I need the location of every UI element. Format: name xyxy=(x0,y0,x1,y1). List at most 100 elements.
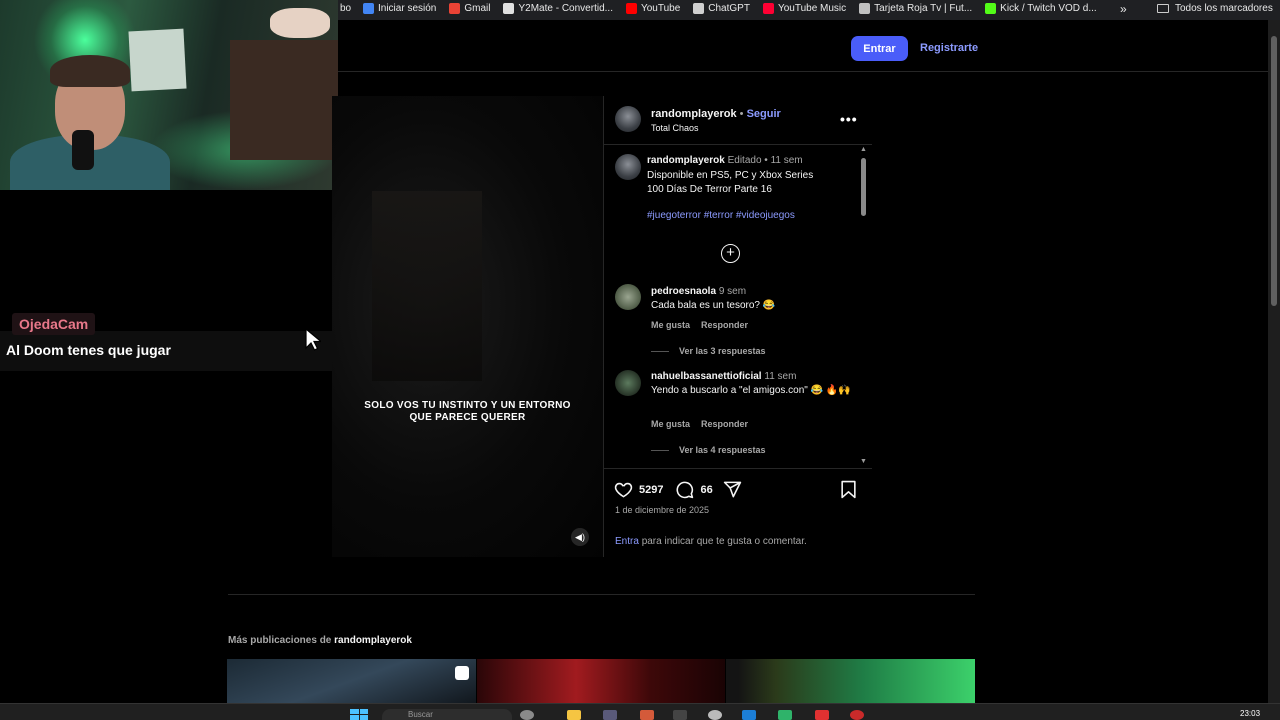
login-button[interactable]: Entrar xyxy=(851,36,908,61)
sound-toggle-icon[interactable]: ◀) xyxy=(571,528,589,546)
caption-header: randomplayerok Editado • 11 sem xyxy=(647,155,803,166)
bookmark-item[interactable]: Y2Mate - Convertid... xyxy=(503,3,613,14)
post-actions: 5297 66 xyxy=(614,480,748,499)
comment-reply-button[interactable]: Responder xyxy=(701,419,748,429)
view-replies-label: Ver las 4 respuestas xyxy=(679,445,766,455)
reel-video[interactable] xyxy=(332,96,603,557)
follow-button[interactable]: Seguir xyxy=(747,108,781,120)
post-thumbnail[interactable] xyxy=(476,659,726,703)
comment-reply-button[interactable]: Responder xyxy=(701,320,748,330)
bookmark-item[interactable]: ChatGPT xyxy=(693,3,750,14)
more-options-icon[interactable]: ••• xyxy=(840,111,858,127)
taskbar-app-icon[interactable] xyxy=(742,710,756,720)
bookmark-item[interactable]: YouTube Music xyxy=(762,3,847,14)
share-icon[interactable] xyxy=(723,480,742,499)
bookmark-item[interactable]: YouTube xyxy=(625,3,681,14)
author-username[interactable]: randomplayerok xyxy=(651,108,737,120)
taskbar-app-icon[interactable] xyxy=(778,710,792,720)
hashtags[interactable]: #juegoterror #terror #videojuegos xyxy=(647,210,795,221)
view-replies-label: Ver las 3 respuestas xyxy=(679,346,766,356)
bookmark-label: YouTube xyxy=(640,3,681,14)
comment-text: Cada bala es un tesoro? 😂 xyxy=(651,300,776,311)
commenter-avatar[interactable] xyxy=(615,370,641,396)
comment-username[interactable]: nahuelbassanettioficial xyxy=(651,371,762,382)
windows-start-icon[interactable] xyxy=(350,709,368,720)
post-thumbnail[interactable] xyxy=(227,659,476,703)
webcam-overlay xyxy=(0,0,338,190)
scrollbar-thumb[interactable] xyxy=(861,158,866,216)
taskbar-app-icon[interactable] xyxy=(640,710,654,720)
bookmark-item[interactable]: Kick / Twitch VOD d... xyxy=(985,3,1097,14)
bookmark-favicon-icon xyxy=(625,3,637,14)
bookmark-favicon-icon xyxy=(693,3,705,14)
more-posts-grid xyxy=(227,659,976,703)
comment-header: pedroesnaola 9 sem xyxy=(651,286,746,297)
taskbar-app-icon[interactable] xyxy=(673,710,687,720)
file-explorer-icon[interactable] xyxy=(567,710,581,720)
page-scrollbar-thumb[interactable] xyxy=(1271,36,1277,306)
scroll-up-icon[interactable]: ▲ xyxy=(860,146,867,153)
taskbar-app-icon[interactable] xyxy=(520,710,534,720)
bookmark-partial[interactable]: bo xyxy=(340,3,351,14)
bookmark-icon[interactable] xyxy=(840,480,857,504)
comment-like-button[interactable]: Me gusta xyxy=(651,419,690,429)
commenter-avatar[interactable] xyxy=(615,284,641,310)
comment-time: 11 sem xyxy=(764,371,797,382)
comments-scrollbar[interactable]: ▲ ▼ xyxy=(858,146,870,468)
bookmark-favicon-icon xyxy=(985,3,997,14)
likes-count[interactable]: 5297 xyxy=(639,484,663,496)
screen: bo Iniciar sesión Gmail Y2Mate - Convertid… xyxy=(0,0,1280,720)
taskbar-app-icon[interactable] xyxy=(850,710,864,720)
bookmark-item[interactable]: Tarjeta Roja Tv | Fut... xyxy=(859,3,972,14)
caption-line-2: 100 Días De Terror Parte 16 xyxy=(647,184,772,195)
bookmark-favicon-icon xyxy=(762,3,774,14)
caption-username[interactable]: randomplayerok xyxy=(647,155,725,166)
bookmark-label: ChatGPT xyxy=(708,3,750,14)
scroll-down-icon[interactable]: ▼ xyxy=(860,458,867,465)
bookmark-item[interactable]: Gmail xyxy=(449,3,490,14)
taskbar-search[interactable]: Buscar xyxy=(382,709,512,720)
comment-like-button[interactable]: Me gusta xyxy=(651,320,690,330)
bookmark-label: Gmail xyxy=(464,3,491,14)
taskbar-app-icon[interactable] xyxy=(815,710,829,720)
bookmark-label: Y2Mate - Convertid... xyxy=(518,3,613,14)
bookmarks-overflow-icon[interactable]: » xyxy=(1120,2,1127,16)
bookmark-favicon-icon xyxy=(449,3,461,14)
instagram-header xyxy=(338,20,1268,72)
chat-username: OjedaCam xyxy=(12,313,96,335)
login-link[interactable]: Entra xyxy=(615,536,639,547)
section-divider xyxy=(228,594,975,595)
caption-avatar[interactable] xyxy=(615,154,641,180)
comment-icon[interactable] xyxy=(675,480,694,499)
all-bookmarks-button[interactable]: Todos los marcadores xyxy=(1157,3,1273,14)
bookmark-label: YouTube Music xyxy=(777,3,847,14)
author-avatar[interactable] xyxy=(615,106,641,132)
post-date: 1 de diciembre de 2025 xyxy=(615,505,710,515)
comment-header: nahuelbassanettioficial 11 sem xyxy=(651,371,796,382)
more-posts-prefix: Más publicaciones de xyxy=(228,635,332,646)
comment-username[interactable]: pedroesnaola xyxy=(651,286,716,297)
mouse-cursor-icon xyxy=(305,328,321,351)
signup-link[interactable]: Registrarte xyxy=(920,42,978,54)
comment-text: Yendo a buscarlo a "el amigos.con" 😂 🔥🙌 xyxy=(651,385,851,396)
chat-message: Al Doom tenes que jugar xyxy=(6,342,171,358)
taskbar-app-icon[interactable] xyxy=(708,710,722,720)
bookmark-item[interactable]: Iniciar sesión xyxy=(363,3,436,14)
taskbar-app-icon[interactable] xyxy=(603,710,617,720)
post-thumbnail[interactable] xyxy=(726,659,976,703)
folder-icon xyxy=(1157,4,1169,13)
view-replies[interactable]: Ver las 4 respuestas xyxy=(651,445,766,455)
view-replies[interactable]: Ver las 3 respuestas xyxy=(651,346,766,356)
comments-count[interactable]: 66 xyxy=(700,484,712,496)
bookmark-favicon-icon xyxy=(363,3,374,14)
heart-icon[interactable] xyxy=(614,480,633,499)
video-overlay-text: SOLO VOS TU INSTINTO Y UN ENTORNO QUE PA… xyxy=(364,400,571,423)
page-scrollbar[interactable] xyxy=(1268,20,1280,703)
audio-label[interactable]: Total Chaos xyxy=(651,123,699,133)
load-more-comments-icon[interactable]: + xyxy=(721,244,740,263)
more-posts-user[interactable]: randomplayerok xyxy=(334,635,412,646)
divider xyxy=(603,468,872,469)
bookmark-label: Iniciar sesión xyxy=(378,3,437,14)
more-posts-heading: Más publicaciones de randomplayerok xyxy=(228,635,412,646)
separator-dot: • xyxy=(739,108,744,120)
